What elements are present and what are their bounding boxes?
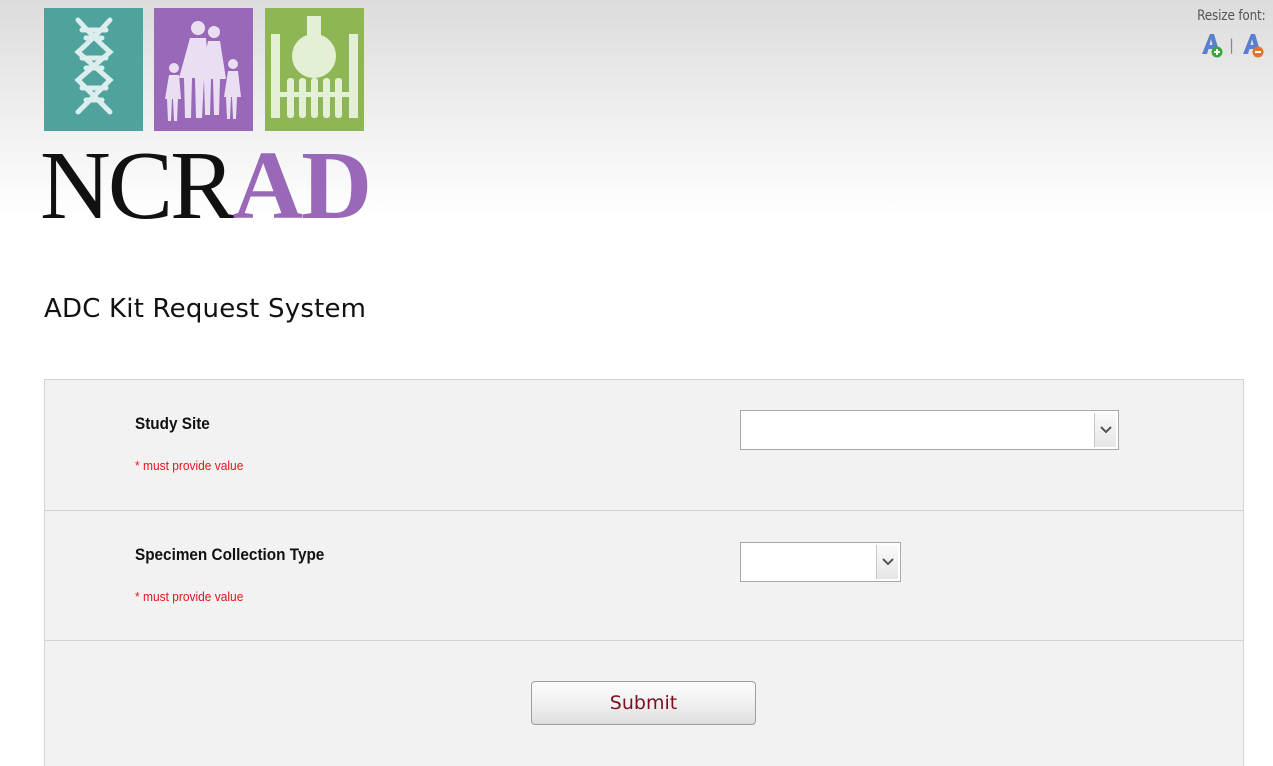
study-site-select[interactable] [740, 410, 1119, 450]
study-site-label: Study Site [135, 414, 210, 433]
logo-tiles [44, 8, 364, 131]
ncrad-logo[interactable]: NCRAD [40, 8, 374, 240]
resize-font-label: Resize font: [1196, 8, 1266, 24]
lab-flask-icon [265, 8, 364, 131]
specimen-collection-type-label: Specimen Collection Type [135, 545, 325, 564]
font-increase-icon[interactable] [1198, 32, 1224, 58]
resize-font-icons: | [1186, 32, 1265, 58]
specimen-type-required-note: * must provide value [135, 589, 244, 604]
dna-helix-icon [44, 8, 143, 131]
resize-separator: | [1228, 36, 1234, 54]
page-title: ADC Kit Request System [44, 294, 367, 324]
form-row-specimen-type: Specimen Collection Type * must provide … [45, 511, 1243, 641]
specimen-collection-type-select[interactable] [740, 542, 901, 582]
logo-text-dark: NCR [40, 132, 236, 240]
submit-button[interactable]: Submit [531, 681, 756, 725]
chevron-down-icon[interactable] [876, 545, 898, 579]
form-row-submit: Submit [45, 641, 1243, 766]
logo-wordmark: NCRAD [40, 136, 372, 236]
page: NCRAD Resize font: | ADC Kit Request Sys… [0, 0, 1273, 766]
font-decrease-icon[interactable] [1239, 32, 1265, 58]
family-icon [154, 8, 253, 131]
study-site-required-note: * must provide value [135, 458, 244, 473]
kit-request-form: Study Site * must provide value Specimen… [44, 379, 1244, 766]
resize-font-control: Resize font: | [1186, 8, 1265, 58]
chevron-down-icon[interactable] [1094, 413, 1116, 447]
form-row-study-site: Study Site * must provide value [45, 380, 1243, 511]
logo-text-accent: AD [232, 132, 373, 240]
